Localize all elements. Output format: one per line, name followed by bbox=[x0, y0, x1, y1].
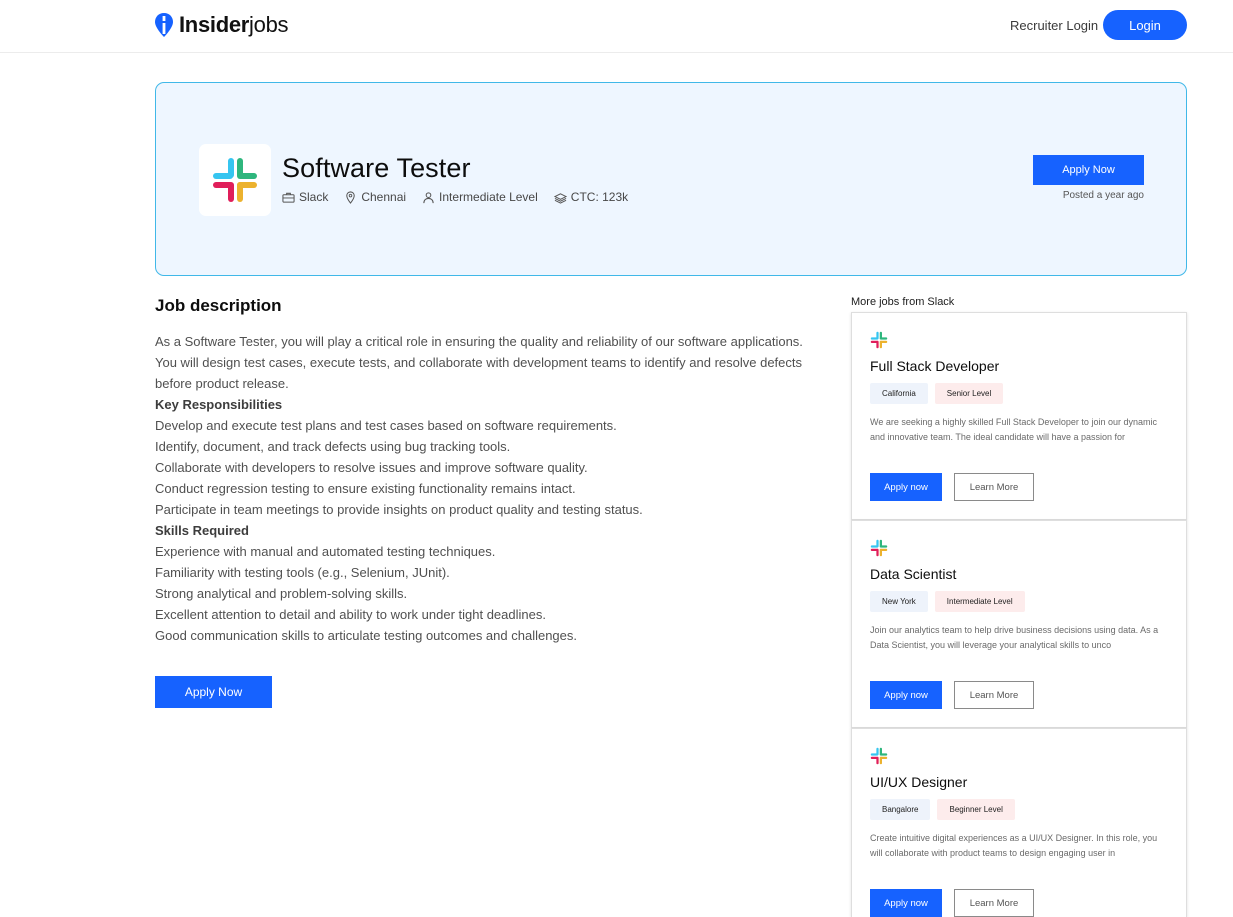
job-card-apply-button[interactable]: Apply now bbox=[870, 473, 942, 501]
money-stack-icon bbox=[553, 192, 567, 204]
responsibility-item: Collaborate with developers to resolve i… bbox=[155, 460, 588, 475]
level-tag: Beginner Level bbox=[937, 799, 1015, 820]
job-card-learn-more-button[interactable]: Learn More bbox=[954, 681, 1034, 709]
brand-name: Insiderjobs bbox=[179, 12, 289, 37]
person-icon bbox=[423, 191, 434, 203]
skill-item: Experience with manual and automated tes… bbox=[155, 544, 496, 559]
responsibility-item: Develop and execute test plans and test … bbox=[155, 418, 617, 433]
job-card-description: We are seeking a highly skilled Full Sta… bbox=[870, 417, 1157, 442]
job-card: Data Scientist New York Intermediate Lev… bbox=[851, 520, 1187, 728]
meta-company: Slack bbox=[282, 190, 328, 204]
job-description-heading: Job description bbox=[155, 296, 282, 315]
apply-now-button-header[interactable]: Apply Now bbox=[1033, 155, 1144, 185]
meta-level-text: Intermediate Level bbox=[439, 190, 538, 204]
job-card-title: UI/UX Designer bbox=[870, 774, 968, 790]
responsibility-item: Identify, document, and track defects us… bbox=[155, 439, 511, 454]
apply-now-button-bottom[interactable]: Apply Now bbox=[155, 676, 272, 708]
top-navbar: Insiderjobs Recruiter Login Login bbox=[0, 0, 1233, 53]
job-card-apply-button[interactable]: Apply now bbox=[870, 681, 942, 709]
company-logo bbox=[199, 144, 271, 216]
job-card-apply-button[interactable]: Apply now bbox=[870, 889, 942, 917]
job-card-learn-more-button[interactable]: Learn More bbox=[954, 473, 1034, 501]
job-card: UI/UX Designer Bangalore Beginner Level … bbox=[851, 728, 1187, 917]
location-tag: Bangalore bbox=[870, 799, 931, 820]
job-card-tags: New York Intermediate Level bbox=[870, 591, 1025, 612]
slack-logo-icon bbox=[870, 539, 888, 557]
job-meta: Slack Chennai Intermediate Level CTC: 12… bbox=[282, 190, 628, 204]
job-card-description: Create intuitive digital experiences as … bbox=[870, 833, 1158, 858]
responsibility-item: Conduct regression testing to ensure exi… bbox=[155, 481, 576, 496]
job-title: Software Tester bbox=[282, 153, 471, 183]
meta-location: Chennai bbox=[344, 190, 406, 204]
brand-logo[interactable]: Insiderjobs bbox=[154, 12, 289, 38]
login-button[interactable]: Login bbox=[1103, 10, 1187, 40]
skill-item: Excellent attention to detail and abilit… bbox=[155, 607, 546, 622]
responsibilities-heading: Key Responsibilities bbox=[155, 397, 283, 412]
skill-item: Familiarity with testing tools (e.g., Se… bbox=[155, 565, 450, 580]
location-pin-icon bbox=[346, 190, 356, 204]
slack-logo-icon bbox=[213, 158, 257, 202]
skill-item: Strong analytical and problem-solving sk… bbox=[155, 586, 408, 601]
job-header-card: Software Tester Slack Chennai Intermedia… bbox=[155, 82, 1187, 276]
location-tag: California bbox=[870, 383, 928, 404]
level-tag: Senior Level bbox=[934, 383, 1004, 404]
job-card: Full Stack Developer California Senior L… bbox=[851, 312, 1187, 520]
level-tag: Intermediate Level bbox=[934, 591, 1025, 612]
recruiter-login-link[interactable]: Recruiter Login bbox=[1010, 18, 1098, 33]
job-card-title: Full Stack Developer bbox=[870, 358, 1000, 374]
meta-location-text: Chennai bbox=[361, 190, 407, 204]
briefcase-icon bbox=[282, 192, 295, 203]
job-description-body: As a Software Tester, you will play a cr… bbox=[155, 331, 820, 646]
meta-level: Intermediate Level bbox=[422, 190, 538, 204]
job-card-tags: California Senior Level bbox=[870, 383, 1004, 404]
posted-time: Posted a year ago bbox=[1062, 190, 1144, 201]
slack-logo-icon bbox=[870, 747, 888, 765]
more-jobs-heading: More jobs from Slack bbox=[851, 296, 955, 308]
job-card-description: Join our analytics team to help drive bu… bbox=[870, 625, 1159, 650]
meta-company-text: Slack bbox=[299, 190, 329, 204]
job-card-learn-more-button[interactable]: Learn More bbox=[954, 889, 1034, 917]
description-intro: As a Software Tester, you will play a cr… bbox=[155, 334, 803, 391]
job-card-tags: Bangalore Beginner Level bbox=[870, 799, 1015, 820]
skill-item: Good communication skills to articulate … bbox=[155, 628, 577, 643]
job-card-title: Data Scientist bbox=[870, 566, 957, 582]
responsibility-item: Participate in team meetings to provide … bbox=[155, 502, 643, 517]
brand-mark-icon bbox=[155, 13, 173, 37]
slack-logo-icon bbox=[870, 331, 888, 349]
skills-heading: Skills Required bbox=[155, 523, 249, 538]
meta-ctc: CTC: 123k bbox=[553, 190, 629, 204]
meta-ctc-text: CTC: 123k bbox=[570, 190, 629, 204]
location-tag: New York bbox=[870, 591, 928, 612]
